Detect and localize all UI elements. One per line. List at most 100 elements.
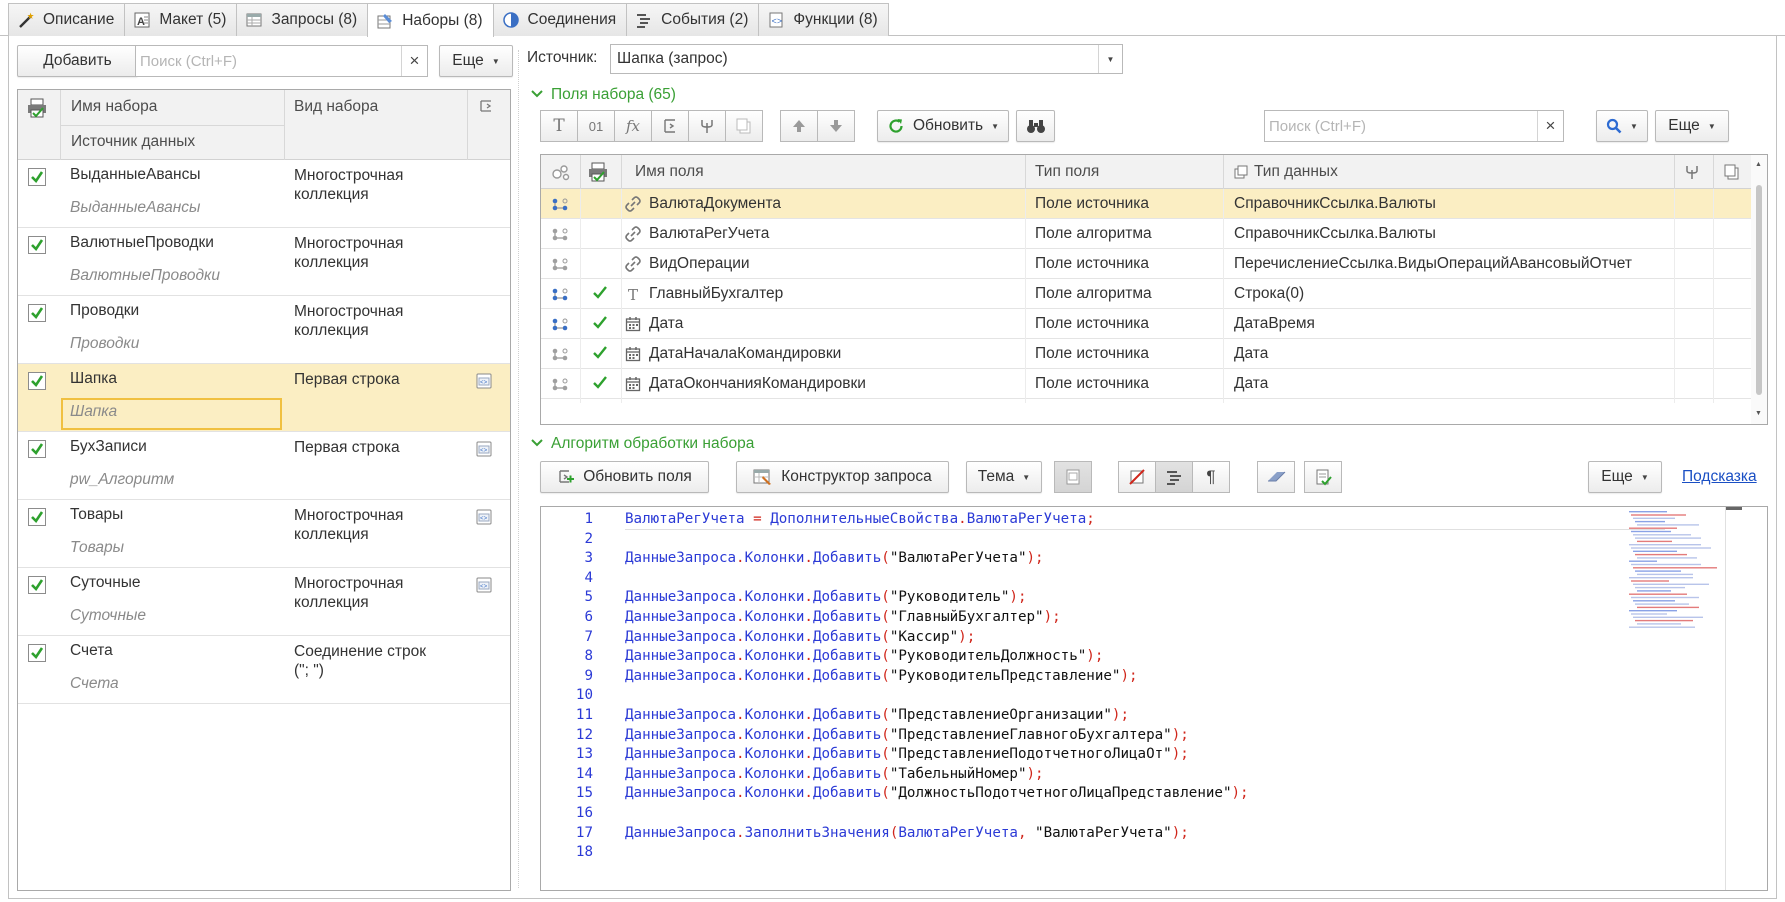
field-usage-icon[interactable] <box>551 226 569 247</box>
theme-button[interactable]: Тема ▼ <box>966 461 1042 493</box>
refresh-button[interactable]: Обновить ▼ <box>877 110 1009 142</box>
checkmark-icon[interactable] <box>592 375 608 396</box>
fields-search-field[interactable]: × <box>1264 110 1564 142</box>
dataset-row[interactable]: ВалютныеПроводки ВалютныеПроводки Многостр… <box>18 228 510 296</box>
hint-link[interactable]: Подсказка <box>1682 468 1757 486</box>
field-row[interactable]: Дата Поле источника ДатаВремя <box>541 309 1751 343</box>
dataset-row[interactable]: Проводки Проводки Многострочная коллекция <box>18 296 510 364</box>
field-usage-icon[interactable] <box>551 196 569 217</box>
scroll-thumb[interactable] <box>1756 185 1762 395</box>
field-row[interactable]: ВалютаДокумента Поле источника СправочникС… <box>541 189 1751 223</box>
resource-button[interactable] <box>688 110 726 142</box>
dataset-row[interactable]: Товары Товары Многострочная коллекция <> <box>18 500 510 568</box>
code-line[interactable]: ДанныеЗапроса.Колонки.Добавить("Руководи… <box>625 668 1138 684</box>
syntax-check-button[interactable] <box>1304 461 1342 493</box>
panel-splitter[interactable] <box>518 50 519 888</box>
field-row[interactable]: ВидОперации Поле источника ПеречислениеСсы… <box>541 249 1751 283</box>
field-usage-icon[interactable] <box>551 256 569 277</box>
no-highlight-button[interactable] <box>1118 461 1156 493</box>
left-search-field[interactable]: × <box>135 45 428 77</box>
fields-section-toggle[interactable]: Поля набора (65) <box>531 86 676 104</box>
dropdown-arrow-icon[interactable]: ▼ <box>1098 45 1122 73</box>
tab-queries[interactable]: Запросы (8) <box>236 3 369 36</box>
algorithm-field-button[interactable] <box>651 110 689 142</box>
tab-functions[interactable]: <> Функции (8) <box>758 3 889 36</box>
formula-button[interactable]: fx <box>614 110 652 142</box>
algorithm-script-icon[interactable]: <> <box>475 576 493 598</box>
dataset-enabled-checkbox[interactable] <box>28 576 46 594</box>
find-button[interactable] <box>1016 110 1055 142</box>
outline-button[interactable] <box>1155 461 1193 493</box>
code-line[interactable]: ДанныеЗапроса.Колонки.Добавить("Руководи… <box>625 589 1027 605</box>
field-row[interactable]: ДатаНачалаКомандировки Поле источника Дата <box>541 339 1751 373</box>
col-header-name[interactable]: Имя набора <box>71 98 157 116</box>
code-line[interactable]: ДанныеЗапроса.ЗаполнитьЗначения(ВалютаРе… <box>625 825 1189 841</box>
algorithm-section-toggle[interactable]: Алгоритм обработки набора <box>531 435 754 453</box>
code-line[interactable]: ДанныеЗапроса.Колонки.Добавить("Представ… <box>625 746 1189 762</box>
dataset-row[interactable]: ВыданныеАвансы ВыданныеАвансы Многострочна… <box>18 160 510 228</box>
number-type-button[interactable]: 01 <box>577 110 615 142</box>
field-usage-icon[interactable] <box>551 316 569 337</box>
dataset-enabled-checkbox[interactable] <box>28 168 46 186</box>
checkmark-icon[interactable] <box>592 315 608 336</box>
algorithm-script-icon[interactable]: <> <box>475 508 493 530</box>
dataset-enabled-checkbox[interactable] <box>28 644 46 662</box>
algorithm-script-icon[interactable]: <> <box>475 372 493 394</box>
move-down-button[interactable] <box>817 110 855 142</box>
dataset-enabled-checkbox[interactable] <box>28 304 46 322</box>
algorithm-script-icon[interactable]: <> <box>475 440 493 462</box>
field-usage-icon[interactable] <box>551 286 569 307</box>
scroll-down-icon[interactable]: ▼ <box>1755 410 1762 417</box>
left-more-button[interactable]: Еще ▼ <box>439 45 513 77</box>
fields-search-input[interactable] <box>1265 112 1537 140</box>
col-header-field-name[interactable]: Имя поля <box>635 163 704 181</box>
scroll-up-icon[interactable]: ▲ <box>1755 161 1762 168</box>
eraser-button[interactable] <box>1257 461 1295 493</box>
field-row[interactable]: ВалютаРегУчета Поле алгоритма СправочникСс… <box>541 219 1751 253</box>
field-row[interactable]: ДатаОкончанияКомандировки Поле источника Д… <box>541 369 1751 403</box>
dataset-row[interactable]: Шапка Шапка Первая строка <> <box>18 364 510 432</box>
dataset-enabled-checkbox[interactable] <box>28 236 46 254</box>
copy-disabled-button[interactable] <box>725 110 763 142</box>
editor-scrollbar[interactable] <box>1725 507 1767 890</box>
left-search-input[interactable] <box>136 47 401 75</box>
tab-description[interactable]: Описание <box>8 3 126 36</box>
update-fields-button[interactable]: Обновить поля <box>540 461 709 493</box>
code-view-button[interactable] <box>1054 461 1092 493</box>
code-line[interactable]: ДанныеЗапроса.Колонки.Добавить("Представ… <box>625 727 1189 743</box>
col-header-kind[interactable]: Вид набора <box>294 98 378 116</box>
dataset-enabled-checkbox[interactable] <box>28 440 46 458</box>
checkmark-icon[interactable] <box>592 345 608 366</box>
move-up-button[interactable] <box>780 110 818 142</box>
clear-search-icon[interactable]: × <box>1537 111 1563 141</box>
col-header-field-type[interactable]: Тип поля <box>1035 163 1099 181</box>
col-header-data-type[interactable]: Тип данных <box>1254 163 1338 181</box>
clear-search-icon[interactable]: × <box>401 46 427 76</box>
tab-events[interactable]: События (2) <box>626 3 760 36</box>
algorithm-more-button[interactable]: Еще ▼ <box>1588 461 1662 493</box>
source-select[interactable]: Шапка (запрос) ▼ <box>610 44 1123 74</box>
query-builder-button[interactable]: Конструктор запроса <box>736 461 949 493</box>
text-type-button[interactable]: T <box>540 110 578 142</box>
code-line[interactable]: ДанныеЗапроса.Колонки.Добавить("Кассир")… <box>625 629 975 645</box>
field-usage-icon[interactable] <box>551 346 569 367</box>
col-header-source[interactable]: Источник данных <box>71 133 195 151</box>
code-line[interactable]: ВалютаРегУчета = ДополнительныеСвойства.… <box>625 511 1095 527</box>
dataset-row[interactable]: Суточные Суточные Многострочная коллекция <… <box>18 568 510 636</box>
tab-datasets[interactable]: Наборы (8) <box>367 3 494 37</box>
code-line[interactable]: ДанныеЗапроса.Колонки.Добавить("ГлавныйБ… <box>625 609 1061 625</box>
code-line[interactable]: ДанныеЗапроса.Колонки.Добавить("Табельны… <box>625 766 1044 782</box>
fields-scrollbar[interactable]: ▲ ▼ <box>1751 155 1767 424</box>
field-usage-icon[interactable] <box>551 376 569 397</box>
code-line[interactable]: ДанныеЗапроса.Колонки.Добавить("Руководи… <box>625 648 1103 664</box>
show-whitespace-button[interactable]: ¶ <box>1192 461 1230 493</box>
code-line[interactable]: ДанныеЗапроса.Колонки.Добавить("Представ… <box>625 707 1129 723</box>
code-line[interactable]: ДанныеЗапроса.Колонки.Добавить("Должност… <box>625 785 1249 801</box>
dataset-enabled-checkbox[interactable] <box>28 372 46 390</box>
dataset-row[interactable]: БухЗаписи pw_Алгоритм Первая строка <> <box>18 432 510 500</box>
search-mode-button[interactable]: ▼ <box>1596 110 1648 142</box>
algorithm-code-editor[interactable]: 1 ВалютаРегУчета = ДополнительныеСвойства… <box>540 506 1768 891</box>
dataset-row[interactable]: Счета Счета Соединение строк ("; ") <box>18 636 510 704</box>
fields-more-button[interactable]: Еще ▼ <box>1655 110 1729 142</box>
field-row[interactable]: T ГлавныйБухгалтер Поле алгоритма Строка(0) <box>541 279 1751 313</box>
